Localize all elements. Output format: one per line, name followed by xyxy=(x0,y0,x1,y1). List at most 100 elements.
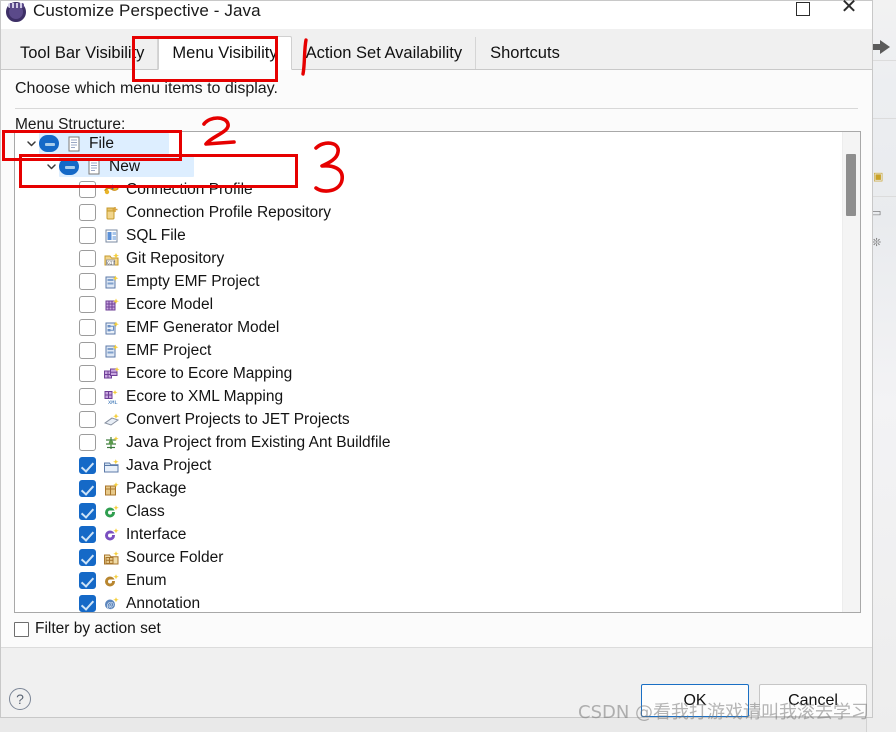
tree-row[interactable]: Connection Profile xyxy=(15,178,843,201)
row-label: Package xyxy=(126,479,187,497)
tree-row[interactable]: Package xyxy=(15,477,843,500)
menu-icon xyxy=(85,158,103,175)
filter-by-action-set-row[interactable]: Filter by action set xyxy=(14,620,161,638)
twisty-placeholder xyxy=(63,251,79,267)
chevron-down-icon[interactable] xyxy=(23,136,39,152)
row-checkbox[interactable] xyxy=(79,480,96,497)
tree-row[interactable]: File xyxy=(15,132,843,155)
row-label: File xyxy=(89,134,114,152)
tree-row[interactable]: @ Annotation xyxy=(15,592,843,612)
row-label: Convert Projects to JET Projects xyxy=(126,410,350,428)
row-label: Ecore Model xyxy=(126,295,214,313)
dialog-description: Choose which menu items to display. xyxy=(15,80,278,97)
tree-row[interactable]: GIT Git Repository xyxy=(15,247,843,270)
help-icon[interactable]: ? xyxy=(9,688,31,710)
tab-tool-bar-visibility[interactable]: Tool Bar Visibility xyxy=(6,37,159,69)
tree-row[interactable]: Convert Projects to JET Projects xyxy=(15,408,843,431)
twisty-placeholder xyxy=(63,527,79,543)
tree-row[interactable]: EMF Project xyxy=(15,339,843,362)
tree-row[interactable]: Java Project from Existing Ant Buildfile xyxy=(15,431,843,454)
row-checkbox[interactable] xyxy=(79,204,96,221)
tree-row[interactable]: SQL File xyxy=(15,224,843,247)
row-label: Connection Profile Repository xyxy=(126,203,332,221)
ecore-mapping-icon xyxy=(102,365,120,382)
scrollbar-thumb[interactable] xyxy=(846,154,856,216)
tree-row[interactable]: Class xyxy=(15,500,843,523)
emf-project-icon xyxy=(102,342,120,359)
chevron-down-icon[interactable] xyxy=(43,159,59,175)
ant-buildfile-icon xyxy=(102,434,120,451)
menu-structure-tree[interactable]: File New Connection Profile Connection Prof… xyxy=(14,131,861,613)
tree-row[interactable]: Ecore to Ecore Mapping xyxy=(15,362,843,385)
background-settings-icon: ❊ xyxy=(872,237,882,249)
row-label: Enum xyxy=(126,571,167,589)
interface-icon xyxy=(102,526,120,543)
row-checkbox[interactable] xyxy=(79,411,96,428)
row-checkbox[interactable] xyxy=(79,365,96,382)
row-checkbox[interactable] xyxy=(79,503,96,520)
svg-text:XML: XML xyxy=(108,400,118,405)
row-checkbox[interactable] xyxy=(59,158,79,175)
description-divider xyxy=(15,108,858,109)
package-icon xyxy=(102,480,120,497)
row-checkbox[interactable] xyxy=(79,342,96,359)
row-label: Annotation xyxy=(126,594,201,612)
twisty-placeholder xyxy=(63,274,79,290)
tree-row[interactable]: Interface xyxy=(15,523,843,546)
tree-row[interactable]: Source Folder xyxy=(15,546,843,569)
tree-row[interactable]: XML Ecore to XML Mapping xyxy=(15,385,843,408)
row-checkbox[interactable] xyxy=(79,227,96,244)
row-label: Java Project xyxy=(126,456,212,474)
row-checkbox[interactable] xyxy=(79,457,96,474)
minimize-button[interactable] xyxy=(734,1,780,27)
tab-shortcuts[interactable]: Shortcuts xyxy=(476,37,573,69)
row-checkbox[interactable] xyxy=(79,572,96,589)
row-checkbox[interactable] xyxy=(79,250,96,267)
row-label: EMF Generator Model xyxy=(126,318,280,336)
twisty-placeholder xyxy=(63,573,79,589)
twisty-placeholder xyxy=(63,458,79,474)
connection-profile-icon xyxy=(102,181,120,198)
tree-row[interactable]: Connection Profile Repository xyxy=(15,201,843,224)
twisty-placeholder xyxy=(63,297,79,313)
row-label: New xyxy=(109,157,141,175)
row-label: Source Folder xyxy=(126,548,224,566)
row-checkbox[interactable] xyxy=(79,595,96,612)
dialog-body: Choose which menu items to display. Menu… xyxy=(1,70,872,717)
sql-file-icon xyxy=(102,227,120,244)
tree-row[interactable]: Java Project xyxy=(15,454,843,477)
ecore-model-icon xyxy=(102,296,120,313)
row-checkbox[interactable] xyxy=(79,549,96,566)
row-checkbox[interactable] xyxy=(79,181,96,198)
twisty-placeholder xyxy=(63,343,79,359)
dialog-titlebar: Customize Perspective - Java ✕ xyxy=(1,0,872,29)
tree-row[interactable]: Enum xyxy=(15,569,843,592)
tree-row[interactable]: New xyxy=(15,155,843,178)
source-folder-icon xyxy=(102,549,120,566)
svg-text:@: @ xyxy=(106,600,113,609)
row-label: Empty EMF Project xyxy=(126,272,260,290)
row-checkbox[interactable] xyxy=(79,319,96,336)
tree-row[interactable]: EMF Generator Model xyxy=(15,316,843,339)
repository-icon xyxy=(102,204,120,221)
tree-vertical-scrollbar[interactable] xyxy=(842,132,860,612)
row-checkbox[interactable] xyxy=(79,273,96,290)
row-checkbox[interactable] xyxy=(39,135,59,152)
filter-by-action-set-checkbox[interactable] xyxy=(14,621,29,637)
row-checkbox[interactable] xyxy=(79,526,96,543)
row-checkbox[interactable] xyxy=(79,434,96,451)
row-checkbox[interactable] xyxy=(79,388,96,405)
twisty-placeholder xyxy=(63,389,79,405)
row-checkbox[interactable] xyxy=(79,296,96,313)
twisty-placeholder xyxy=(63,481,79,497)
tree-row[interactable]: Empty EMF Project xyxy=(15,270,843,293)
tab-action-set-availability[interactable]: Action Set Availability xyxy=(292,37,477,69)
twisty-placeholder xyxy=(63,205,79,221)
tab-menu-visibility[interactable]: Menu Visibility xyxy=(158,36,292,70)
eclipse-icon xyxy=(5,1,27,23)
tree-row[interactable]: Ecore Model xyxy=(15,293,843,316)
maximize-button[interactable] xyxy=(780,1,826,27)
row-label: Ecore to Ecore Mapping xyxy=(126,364,293,382)
annotation-icon: @ xyxy=(102,595,120,612)
close-button[interactable]: ✕ xyxy=(826,0,872,27)
